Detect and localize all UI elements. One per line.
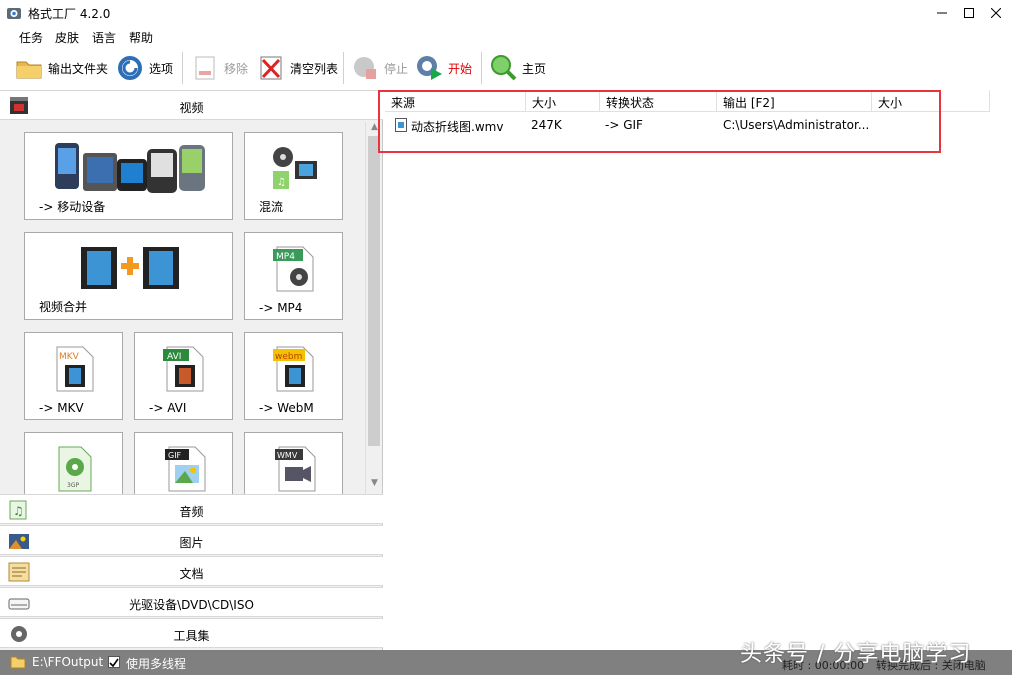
- output-folder-icon[interactable]: [10, 655, 26, 669]
- tile-to-gif[interactable]: GIF: [134, 432, 233, 494]
- svg-text:♫: ♫: [277, 177, 286, 188]
- output-path[interactable]: E:\FFOutput: [32, 655, 103, 669]
- menu-task[interactable]: 任务: [19, 29, 43, 46]
- tile-to-mkv-label: -> MKV: [39, 401, 84, 415]
- tile-to-mkv[interactable]: MKV -> MKV: [24, 332, 123, 420]
- stop-icon: [354, 57, 376, 79]
- toolbar-separator: [182, 52, 183, 84]
- category-video[interactable]: 视频: [0, 90, 383, 120]
- toolbar-separator: [481, 52, 482, 84]
- tile-video-merge[interactable]: 视频合并: [24, 232, 233, 320]
- output-folder-button[interactable]: 输出文件夹: [14, 50, 108, 86]
- toolbar-separator: [343, 52, 344, 84]
- home-label: 主页: [522, 61, 547, 76]
- task-list: 来源 大小 转换状态 输出 [F2] 大小 动态折线图.wmv 247K -> …: [385, 90, 1012, 650]
- stop-button[interactable]: 停止: [350, 50, 408, 86]
- menu-bar: 任务 皮肤 语言 帮助: [0, 26, 1012, 46]
- menu-language[interactable]: 语言: [92, 29, 116, 46]
- watermark-text: 头条号 / 分享电脑学习: [740, 642, 972, 667]
- maximize-icon: [964, 8, 974, 18]
- remove-icon: [195, 56, 215, 80]
- checkmark-icon: [109, 658, 119, 668]
- toolbar: 输出文件夹 选项 移除 清空列表 停止 开始 主页: [0, 48, 1012, 88]
- maximize-button[interactable]: [955, 0, 983, 26]
- mobile-devices-icon: [55, 143, 205, 193]
- tile-to-webm-label: -> WebM: [259, 401, 314, 415]
- webm-file-icon: webm: [273, 346, 314, 392]
- avi-badge: AVI: [167, 352, 181, 362]
- video-merge-icon: [81, 247, 179, 289]
- scroll-down-arrow-icon[interactable]: ▼: [366, 478, 383, 492]
- tile-mobile-device-label: -> 移动设备: [39, 200, 106, 214]
- avi-file-icon: AVI: [163, 346, 204, 392]
- clear-list-button[interactable]: 清空列表: [256, 50, 338, 86]
- category-scrollbar[interactable]: ▲ ▼: [365, 122, 382, 494]
- video-tool-grid: -> 移动设备 ♫ 混流 视频合并 MP4 -> MP4 MKV -> MKV …: [0, 122, 365, 494]
- tile-to-wmv[interactable]: WMV: [244, 432, 343, 494]
- tile-video-merge-label: 视频合并: [39, 300, 88, 314]
- category-optical[interactable]: 光驱设备\DVD\CD\ISO: [0, 587, 383, 617]
- wmv-file-icon: WMV: [275, 446, 316, 492]
- tile-to-mp4[interactable]: MP4 -> MP4: [244, 232, 343, 320]
- window-title: 格式工厂 4.2.0: [28, 7, 111, 21]
- folder-icon: [16, 61, 42, 79]
- output-folder-label: 输出文件夹: [48, 61, 109, 76]
- options-label: 选项: [149, 61, 174, 76]
- mp4-file-icon: MP4: [273, 246, 314, 292]
- close-icon: [991, 8, 1001, 18]
- mux-icon: ♫: [273, 147, 317, 189]
- mp4-badge: MP4: [276, 252, 295, 262]
- category-tools-label: 工具集: [173, 629, 210, 643]
- tile-to-3gp[interactable]: 3GP: [24, 432, 123, 494]
- remove-label: 移除: [224, 61, 249, 76]
- 3gp-file-icon: 3GP: [58, 446, 92, 492]
- start-icon: [417, 56, 442, 80]
- category-video-label: 视频: [179, 101, 204, 115]
- category-panel: 视频 -> 移动设备 ♫ 混流 视频合并 MP4 -> MP4 MKV -> M…: [0, 90, 383, 650]
- scroll-thumb[interactable]: [368, 136, 380, 446]
- tile-to-webm[interactable]: webm -> WebM: [244, 332, 343, 420]
- tile-mux[interactable]: ♫ 混流: [244, 132, 343, 220]
- multithread-label[interactable]: 使用多线程: [126, 655, 186, 672]
- tile-to-mp4-label: -> MP4: [259, 301, 303, 315]
- options-gear-icon: [118, 56, 142, 80]
- category-document-label: 文档: [179, 567, 204, 581]
- gif-file-icon: GIF: [165, 446, 206, 492]
- 3gp-badge: 3GP: [67, 482, 79, 489]
- category-audio-label: 音频: [179, 505, 204, 519]
- highlight-box: [378, 90, 941, 153]
- menu-skin[interactable]: 皮肤: [55, 29, 79, 46]
- app-icon: [7, 8, 21, 19]
- wmv-badge: WMV: [277, 451, 298, 460]
- mkv-file-icon: MKV: [56, 346, 94, 392]
- start-button[interactable]: 开始: [414, 50, 472, 86]
- start-label: 开始: [448, 61, 473, 76]
- multithread-checkbox[interactable]: [108, 656, 120, 668]
- category-image-label: 图片: [179, 536, 204, 550]
- webm-badge: webm: [275, 352, 302, 362]
- mkv-badge: MKV: [59, 352, 80, 362]
- category-tools[interactable]: 工具集: [0, 618, 383, 648]
- tile-to-avi-label: -> AVI: [149, 401, 187, 415]
- remove-button[interactable]: 移除: [190, 50, 248, 86]
- category-optical-label: 光驱设备\DVD\CD\ISO: [129, 598, 254, 612]
- category-image[interactable]: 图片: [0, 525, 383, 555]
- home-button[interactable]: 主页: [488, 50, 546, 86]
- home-magnifier-icon: [491, 55, 517, 81]
- category-document[interactable]: 文档: [0, 556, 383, 586]
- clear-list-icon: [260, 56, 282, 80]
- menu-help[interactable]: 帮助: [129, 29, 153, 46]
- close-button[interactable]: [982, 0, 1010, 26]
- options-button[interactable]: 选项: [115, 50, 173, 86]
- tile-mux-label: 混流: [259, 200, 284, 214]
- minimize-button[interactable]: [928, 0, 956, 26]
- title-bar: 格式工厂 4.2.0: [0, 0, 1012, 26]
- tile-to-avi[interactable]: AVI -> AVI: [134, 332, 233, 420]
- gif-badge: GIF: [168, 451, 182, 460]
- category-audio[interactable]: ♫ 音频: [0, 494, 383, 524]
- clear-list-label: 清空列表: [290, 61, 339, 76]
- stop-label: 停止: [384, 61, 409, 76]
- minimize-icon: [937, 12, 947, 14]
- tile-mobile-device[interactable]: -> 移动设备: [24, 132, 233, 220]
